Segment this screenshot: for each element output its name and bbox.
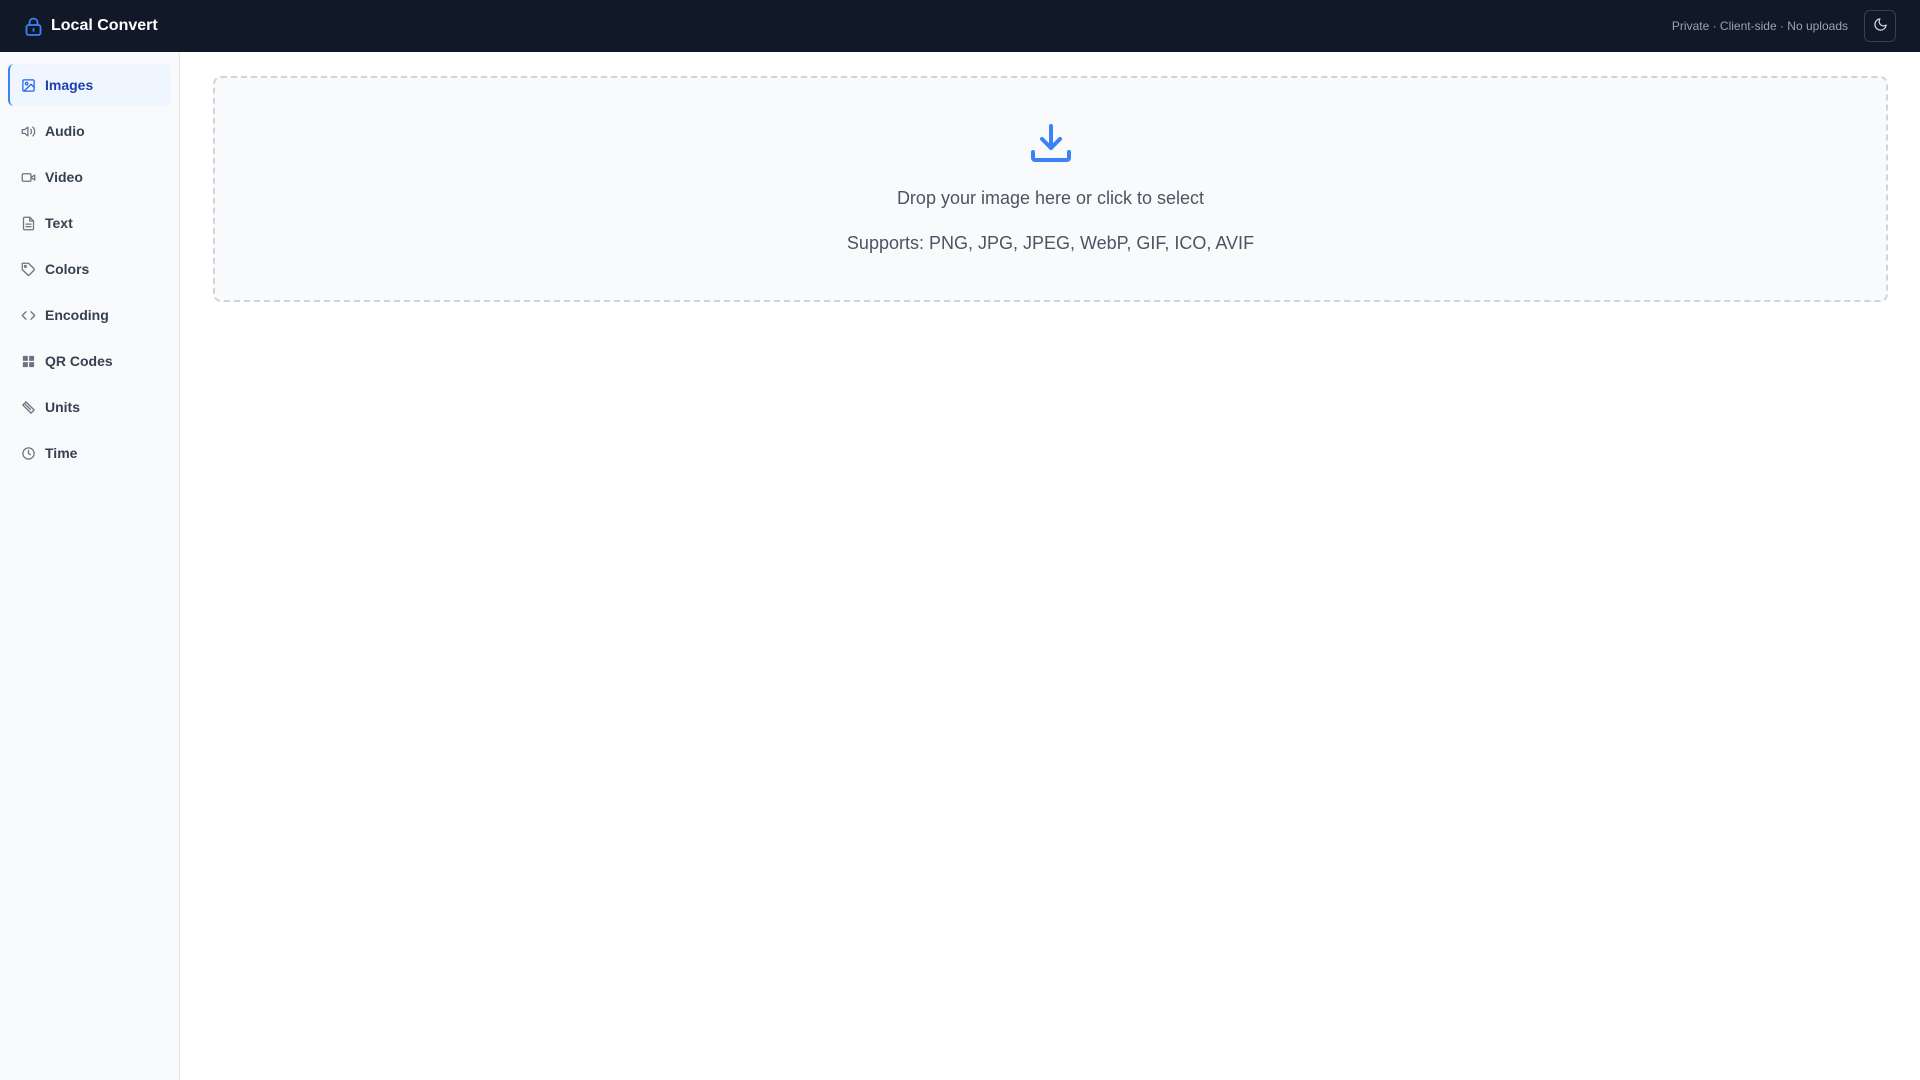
sidebar-item-label: Audio bbox=[45, 123, 85, 139]
sidebar-item-time[interactable]: Time bbox=[8, 432, 171, 474]
supported-formats: Supports: PNG, JPG, JPEG, WebP, GIF, ICO… bbox=[846, 233, 1255, 253]
main-content: Drop your image here or click to select … bbox=[181, 52, 1920, 1080]
moon-icon bbox=[1873, 17, 1888, 35]
sidebar-item-images[interactable]: Images bbox=[8, 64, 171, 106]
sidebar-item-video[interactable]: Video bbox=[8, 156, 171, 198]
clock-icon bbox=[20, 445, 36, 461]
image-icon bbox=[20, 77, 36, 93]
sidebar-item-units[interactable]: Units bbox=[8, 386, 171, 428]
privacy-tagline: Private · Client-side · No uploads bbox=[1671, 19, 1848, 33]
sidebar: Images Audio Video Text Colors Encoding bbox=[0, 52, 180, 1080]
ruler-icon bbox=[20, 399, 36, 415]
app-title: Local Convert bbox=[51, 17, 158, 34]
sidebar-item-label: Colors bbox=[45, 261, 90, 277]
sidebar-item-label: Text bbox=[45, 215, 73, 231]
download-icon bbox=[1029, 122, 1073, 166]
lock-icon bbox=[24, 17, 43, 36]
sidebar-item-audio[interactable]: Audio bbox=[8, 110, 171, 152]
document-icon bbox=[20, 215, 36, 231]
sidebar-item-encoding[interactable]: Encoding bbox=[8, 294, 171, 336]
code-icon bbox=[20, 307, 36, 323]
top-bar: Local Convert Private · Client-side · No… bbox=[0, 0, 1920, 52]
theme-toggle-button[interactable] bbox=[1864, 10, 1896, 42]
tag-icon bbox=[20, 261, 36, 277]
dropzone-title: Drop your image here or click to select bbox=[896, 188, 1205, 208]
sidebar-item-label: QR Codes bbox=[45, 353, 113, 369]
sidebar-item-label: Encoding bbox=[45, 307, 109, 323]
sidebar-item-label: Images bbox=[45, 77, 94, 93]
brand[interactable]: Local Convert bbox=[24, 17, 158, 36]
sidebar-item-label: Time bbox=[45, 445, 78, 461]
file-dropzone[interactable]: Drop your image here or click to select … bbox=[213, 76, 1888, 302]
grid-icon bbox=[20, 353, 36, 369]
sidebar-item-qr-codes[interactable]: QR Codes bbox=[8, 340, 171, 382]
sidebar-item-label: Units bbox=[45, 399, 80, 415]
sidebar-item-colors[interactable]: Colors bbox=[8, 248, 171, 290]
video-icon bbox=[20, 169, 36, 185]
sidebar-item-text[interactable]: Text bbox=[8, 202, 171, 244]
speaker-icon bbox=[20, 123, 36, 139]
sidebar-item-label: Video bbox=[45, 169, 83, 185]
